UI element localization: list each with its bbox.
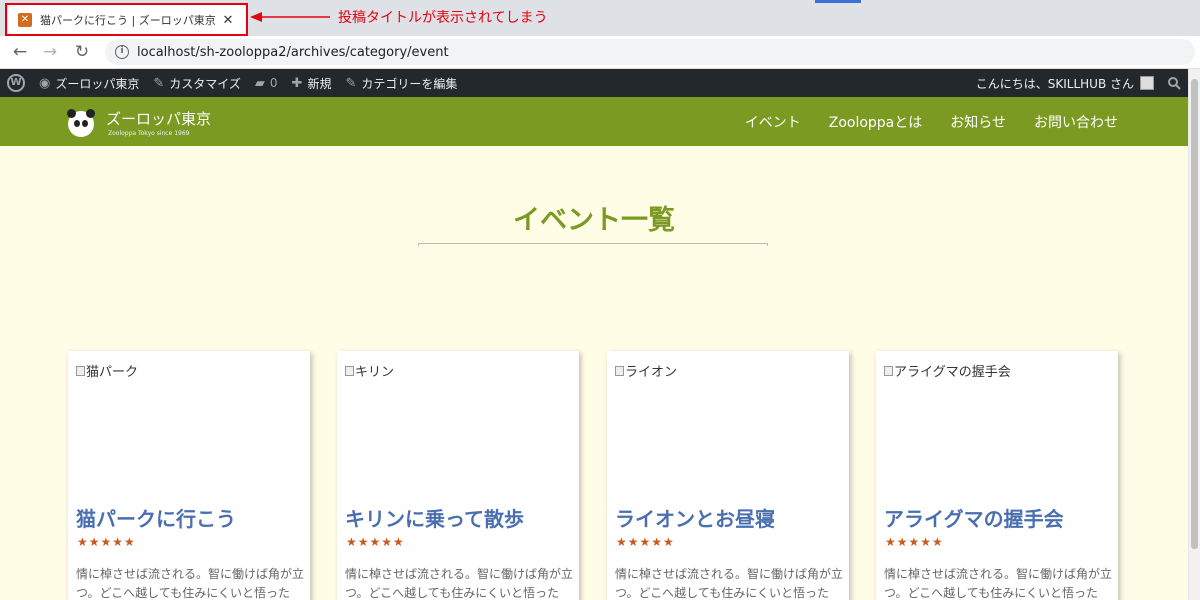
card-image-alt: 猫パーク	[86, 365, 139, 380]
broken-image-icon	[345, 365, 354, 376]
admin-customize[interactable]: ✎ カスタマイズ	[146, 69, 248, 97]
card-image[interactable]: ライオン	[615, 361, 677, 380]
admin-new-label: 新規	[307, 76, 332, 91]
card-title[interactable]: キリンに乗って散歩	[345, 503, 524, 532]
panda-logo-icon[interactable]	[67, 109, 95, 137]
card-image-alt: アライグマの握手会	[894, 365, 1011, 380]
browser-tab-strip: ✕ 猫パークに行こう | ズーロッパ東京 ✕ 投稿タイトルが表示されてしまう	[0, 0, 1200, 36]
wp-admin-bar: W ◉ ズーロッパ東京 ✎ カスタマイズ ▰ 0 ✚ 新規 ✎ カテゴリーを編集…	[0, 69, 1188, 97]
admin-edit-category-label: カテゴリーを編集	[361, 76, 458, 91]
address-bar[interactable]: i localhost/sh-zooloppa2/archives/catego…	[105, 39, 1195, 65]
broken-image-icon	[884, 365, 893, 376]
card-image[interactable]: キリン	[345, 361, 394, 380]
nav-item-event[interactable]: イベント	[745, 112, 801, 132]
pencil-icon: ✎	[345, 75, 357, 91]
nav-item-news[interactable]: お知らせ	[950, 112, 1006, 132]
admin-my-account[interactable]: こんにちは、SKILLHUB さん	[969, 69, 1161, 97]
broken-image-icon	[615, 365, 624, 376]
admin-comments[interactable]: ▰ 0	[248, 69, 285, 97]
card-rating: ★★★★★	[616, 535, 675, 549]
event-card[interactable]: 猫パーク 猫パークに行こう ★★★★★ 情に棹させば流される。智に働けば角が立つ…	[68, 351, 310, 600]
nav-item-contact[interactable]: お問い合わせ	[1034, 112, 1118, 132]
nav-item-about[interactable]: Zooloppaとは	[829, 112, 923, 132]
site-name[interactable]: ズーロッパ東京	[106, 108, 211, 129]
admin-customize-label: カスタマイズ	[169, 76, 241, 91]
scrollbar-thumb[interactable]	[1191, 79, 1198, 549]
search-icon	[1168, 76, 1181, 90]
admin-site-name[interactable]: ◉ ズーロッパ東京	[32, 69, 146, 97]
page-title: イベント一覧	[513, 205, 675, 236]
admin-search[interactable]	[1161, 69, 1188, 97]
admin-bar-right: こんにちは、SKILLHUB さん	[969, 69, 1188, 97]
admin-site-name-label: ズーロッパ東京	[55, 76, 140, 91]
browser-navbar: ← → ↻ i localhost/sh-zooloppa2/archives/…	[0, 36, 1200, 69]
avatar	[1140, 76, 1154, 90]
wp-logo-menu[interactable]: W	[0, 69, 32, 97]
event-card[interactable]: キリン キリンに乗って散歩 ★★★★★ 情に棹させば流される。智に働けば角が立つ…	[337, 351, 579, 600]
plus-icon: ✚	[291, 75, 303, 91]
info-icon[interactable]: i	[115, 45, 129, 59]
tab-strip-indicator	[815, 0, 861, 3]
annotation-text: 投稿タイトルが表示されてしまう	[338, 10, 548, 26]
card-excerpt: 情に棹させば流される。智に働けば角が立つ。どこへ越しても住みにくいと悟った	[884, 567, 1113, 600]
card-rating: ★★★★★	[346, 535, 405, 549]
reload-icon[interactable]: ↻	[70, 40, 94, 64]
broken-image-icon	[76, 365, 85, 376]
card-image[interactable]: アライグマの握手会	[884, 361, 1011, 380]
forward-arrow-icon[interactable]: →	[38, 40, 62, 64]
card-title[interactable]: ライオンとお昼寝	[615, 503, 775, 532]
dashboard-icon: ◉	[39, 75, 51, 91]
page-scrollbar[interactable]	[1188, 69, 1200, 600]
card-image[interactable]: 猫パーク	[76, 361, 138, 380]
card-rating: ★★★★★	[77, 535, 136, 549]
card-rating: ★★★★★	[885, 535, 944, 549]
admin-comments-count: 0	[269, 76, 278, 90]
card-title[interactable]: 猫パークに行こう	[76, 503, 236, 532]
admin-new[interactable]: ✚ 新規	[285, 69, 339, 97]
card-excerpt: 情に棹させば流される。智に働けば角が立つ。どこへ越しても住みにくいと悟った	[76, 567, 305, 600]
broken-image-placeholder	[418, 243, 768, 246]
event-card[interactable]: ライオン ライオンとお昼寝 ★★★★★ 情に棹させば流される。智に働けば角が立つ…	[607, 351, 849, 600]
annotation-highlight-box	[5, 3, 248, 36]
card-image-alt: ライオン	[625, 365, 678, 380]
wordpress-logo-icon: W	[7, 74, 25, 92]
annotation-arrow-icon	[250, 12, 330, 22]
card-excerpt: 情に棹させば流される。智に働けば角が立つ。どこへ越しても住みにくいと悟った	[615, 567, 844, 600]
paintbrush-icon: ✎	[153, 75, 165, 91]
main-nav: イベント Zooloppaとは お知らせ お問い合わせ	[717, 97, 1118, 146]
card-title[interactable]: アライグマの握手会	[884, 503, 1064, 532]
card-image-alt: キリン	[355, 365, 395, 380]
site-header: ズーロッパ東京 Zooloppa Tokyo since 1969 イベント Z…	[0, 97, 1188, 146]
event-card[interactable]: アライグマの握手会 アライグマの握手会 ★★★★★ 情に棹させば流される。智に働…	[876, 351, 1118, 600]
back-arrow-icon[interactable]: ←	[8, 40, 32, 64]
admin-edit-category[interactable]: ✎ カテゴリーを編集	[338, 69, 464, 97]
site-tagline: Zooloppa Tokyo since 1969	[108, 130, 190, 137]
url-text: localhost/sh-zooloppa2/archives/category…	[137, 44, 449, 60]
card-excerpt: 情に棹させば流される。智に働けば角が立つ。どこへ越しても住みにくいと悟った	[345, 567, 574, 600]
admin-greeting: こんにちは、SKILLHUB さん	[975, 76, 1134, 91]
comment-bubble-icon: ▰	[254, 75, 265, 91]
